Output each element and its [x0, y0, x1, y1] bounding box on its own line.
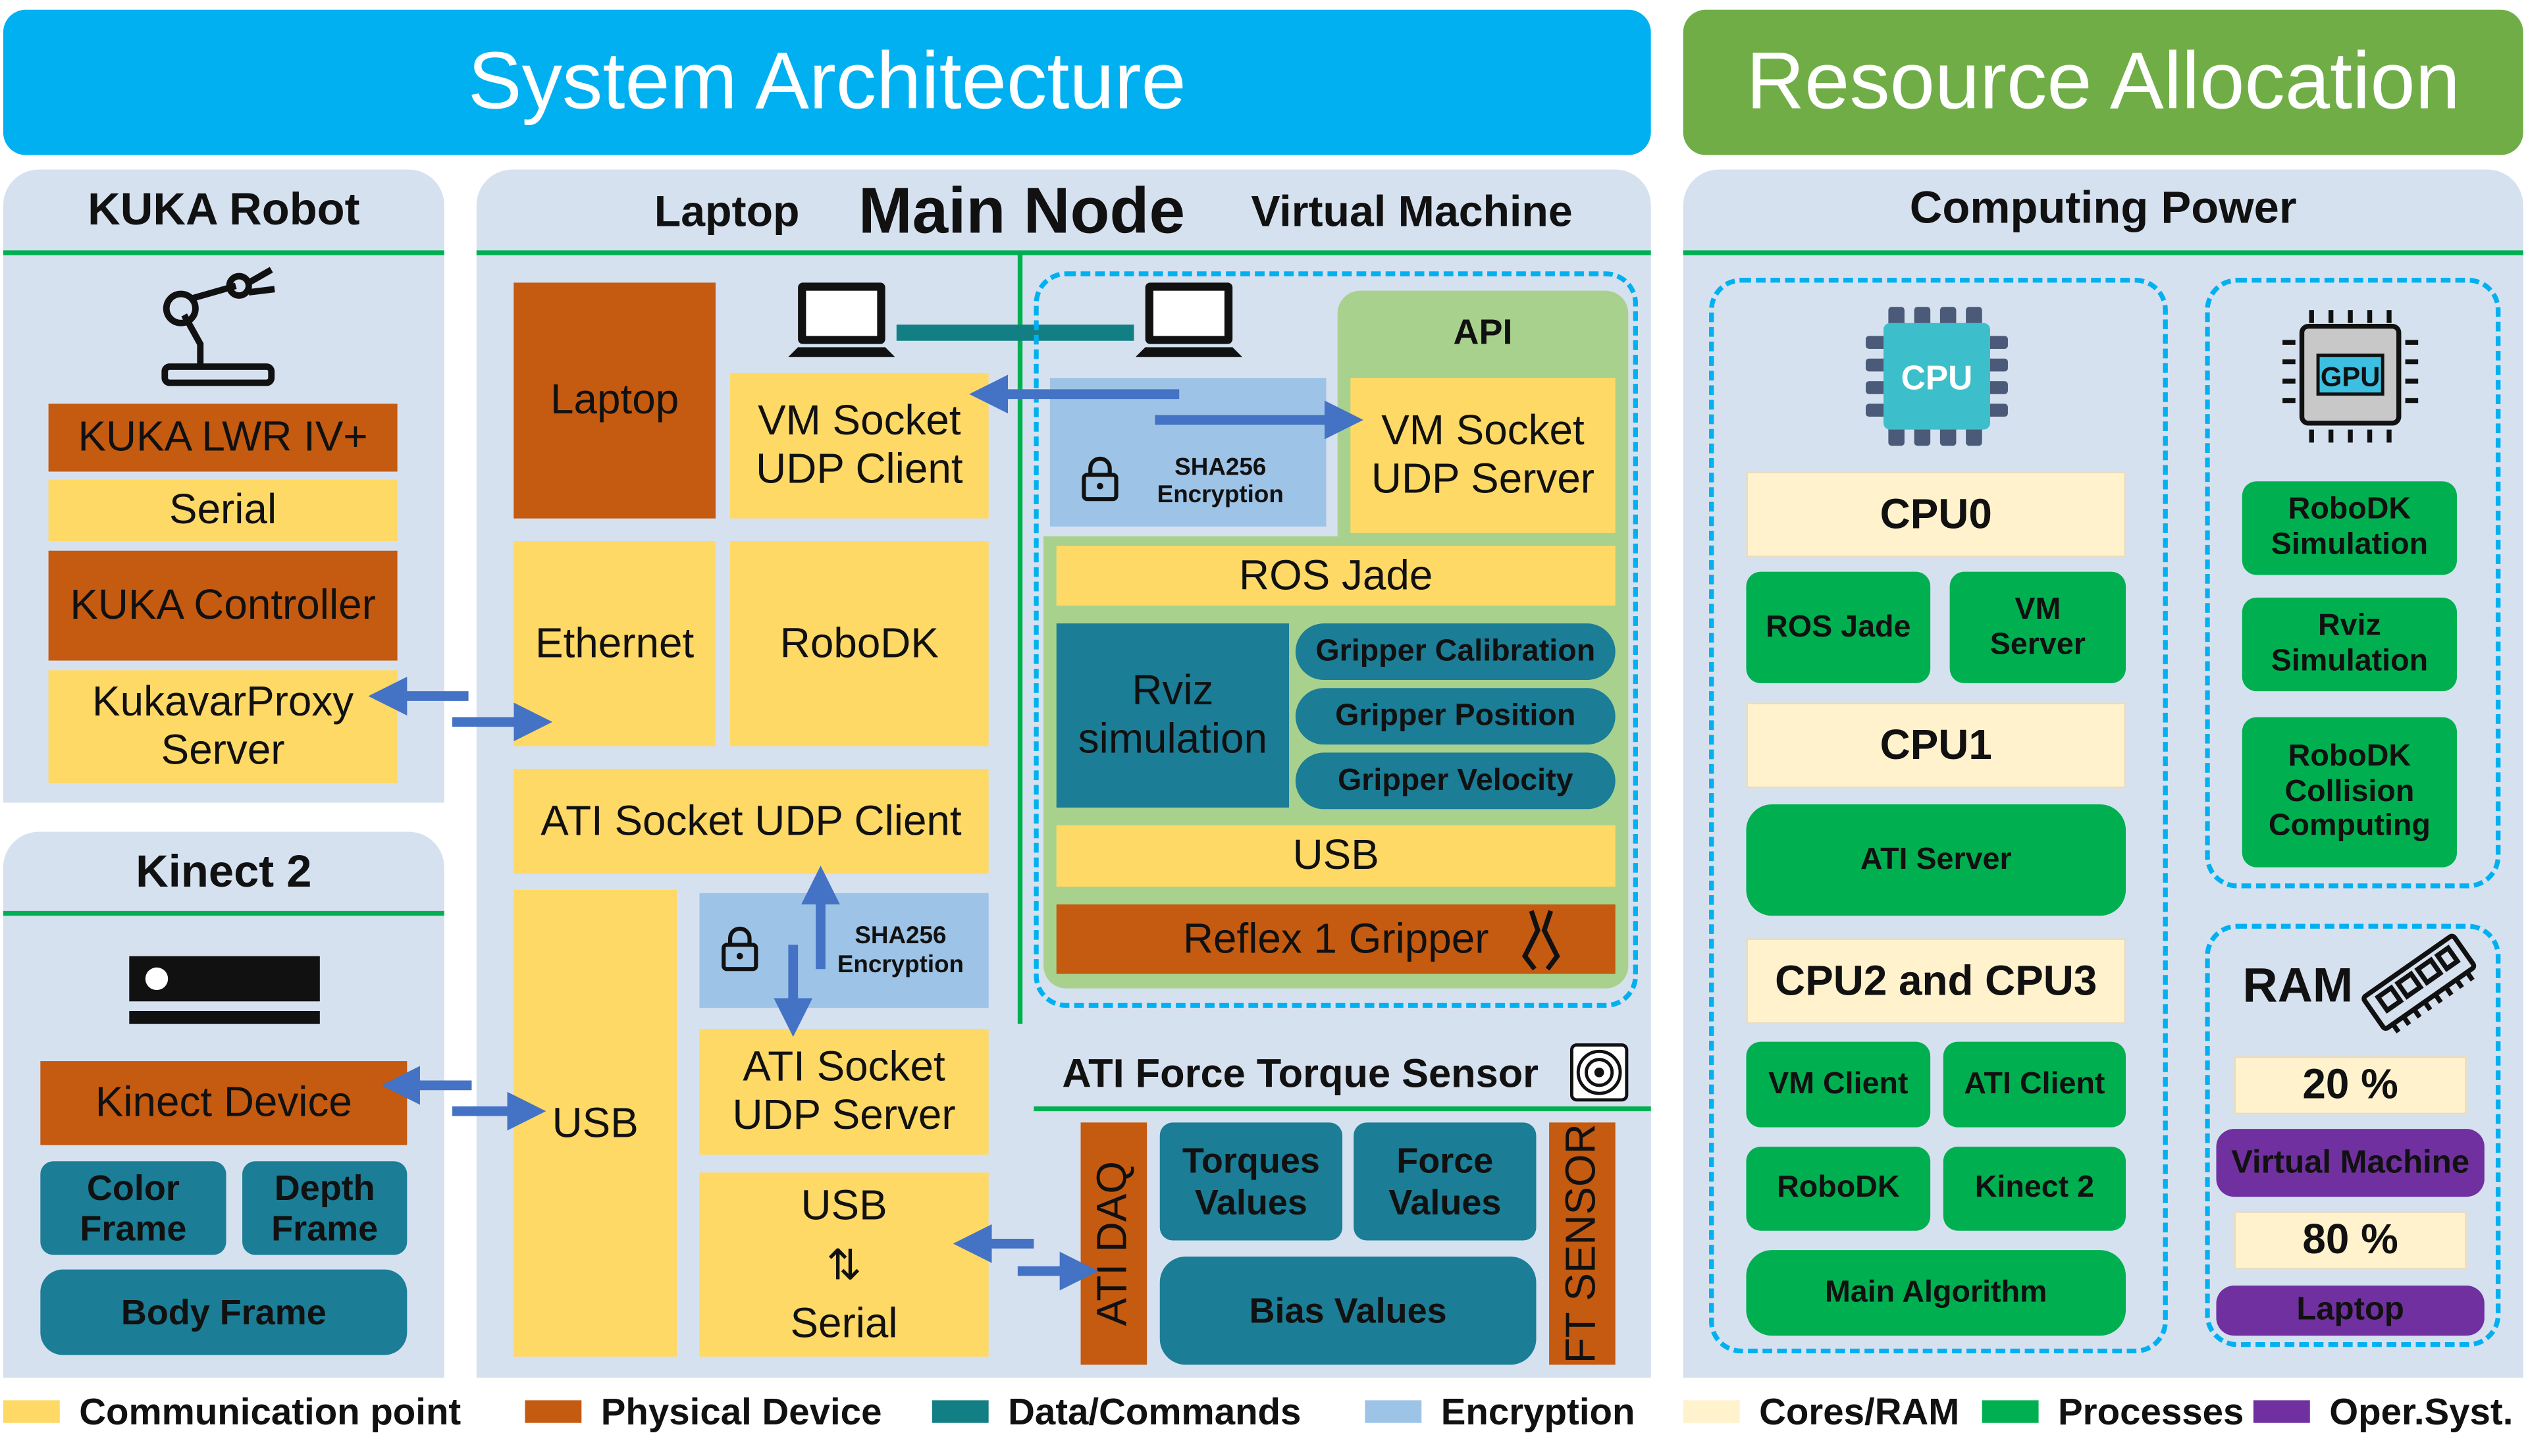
legend-label: Data/Commands	[1008, 1390, 1302, 1432]
legend-communication: Communication point	[3, 1390, 461, 1432]
ram-laptop-os: Laptop	[2216, 1286, 2485, 1336]
architecture-diagram: System Architecture Resource Allocation …	[0, 0, 2528, 1455]
main-algorithm-process: Main Algorithm	[1746, 1250, 2126, 1336]
legend-label: Physical Device	[600, 1390, 882, 1432]
legend-os: Oper.Syst.	[2253, 1390, 2514, 1432]
ram-icon	[2361, 933, 2477, 1033]
computing-power-title: Computing Power	[1909, 182, 2297, 233]
cpu1-box: CPU1	[1746, 702, 2126, 789]
legend-encryption: Encryption	[1365, 1390, 1635, 1432]
rviz-simulation-process: Rviz Simulation	[2242, 597, 2458, 692]
legend-processes: Processes	[1982, 1390, 2244, 1432]
cpu-icon-label: CPU	[1901, 358, 1973, 396]
legend-label: Encryption	[1440, 1390, 1635, 1432]
legend-data: Data/Commands	[932, 1390, 1302, 1432]
vm-client-process: VM Client	[1746, 1041, 1931, 1128]
vm-server-process: VM Server	[1949, 571, 2126, 683]
legend-cores: Cores/RAM	[1683, 1390, 1960, 1432]
ati-client-process: ATI Client	[1943, 1041, 2126, 1128]
ram-label: RAM	[2242, 958, 2354, 1012]
robodk-collision-process: RoboDK Collision Computing	[2242, 717, 2458, 868]
ati-server-process: ATI Server	[1746, 804, 2126, 916]
legend-label: Processes	[2058, 1390, 2244, 1432]
legend-label: Cores/RAM	[1759, 1390, 1960, 1432]
robodk-process: RoboDK	[1746, 1147, 1931, 1231]
kinect-process: Kinect 2	[1943, 1147, 2126, 1231]
ram-vm-os: Virtual Machine	[2216, 1129, 2485, 1197]
cpu-icon: CPU	[1866, 307, 2008, 446]
cpu2-cpu3-box: CPU2 and CPU3	[1746, 938, 2126, 1024]
legend-physical: Physical Device	[525, 1390, 882, 1432]
ram-vm-percent: 20 %	[2234, 1056, 2467, 1115]
ram-laptop-percent: 80 %	[2234, 1211, 2467, 1270]
gpu-icon: GPU	[2282, 310, 2419, 443]
legend-label: Communication point	[79, 1390, 461, 1432]
ros-jade-process: ROS Jade	[1746, 571, 1931, 683]
robodk-simulation-process: RoboDK Simulation	[2242, 481, 2458, 575]
gpu-icon-label: GPU	[2321, 361, 2380, 392]
legend-label: Oper.Syst.	[2329, 1390, 2514, 1432]
cpu0-box: CPU0	[1746, 471, 2126, 558]
